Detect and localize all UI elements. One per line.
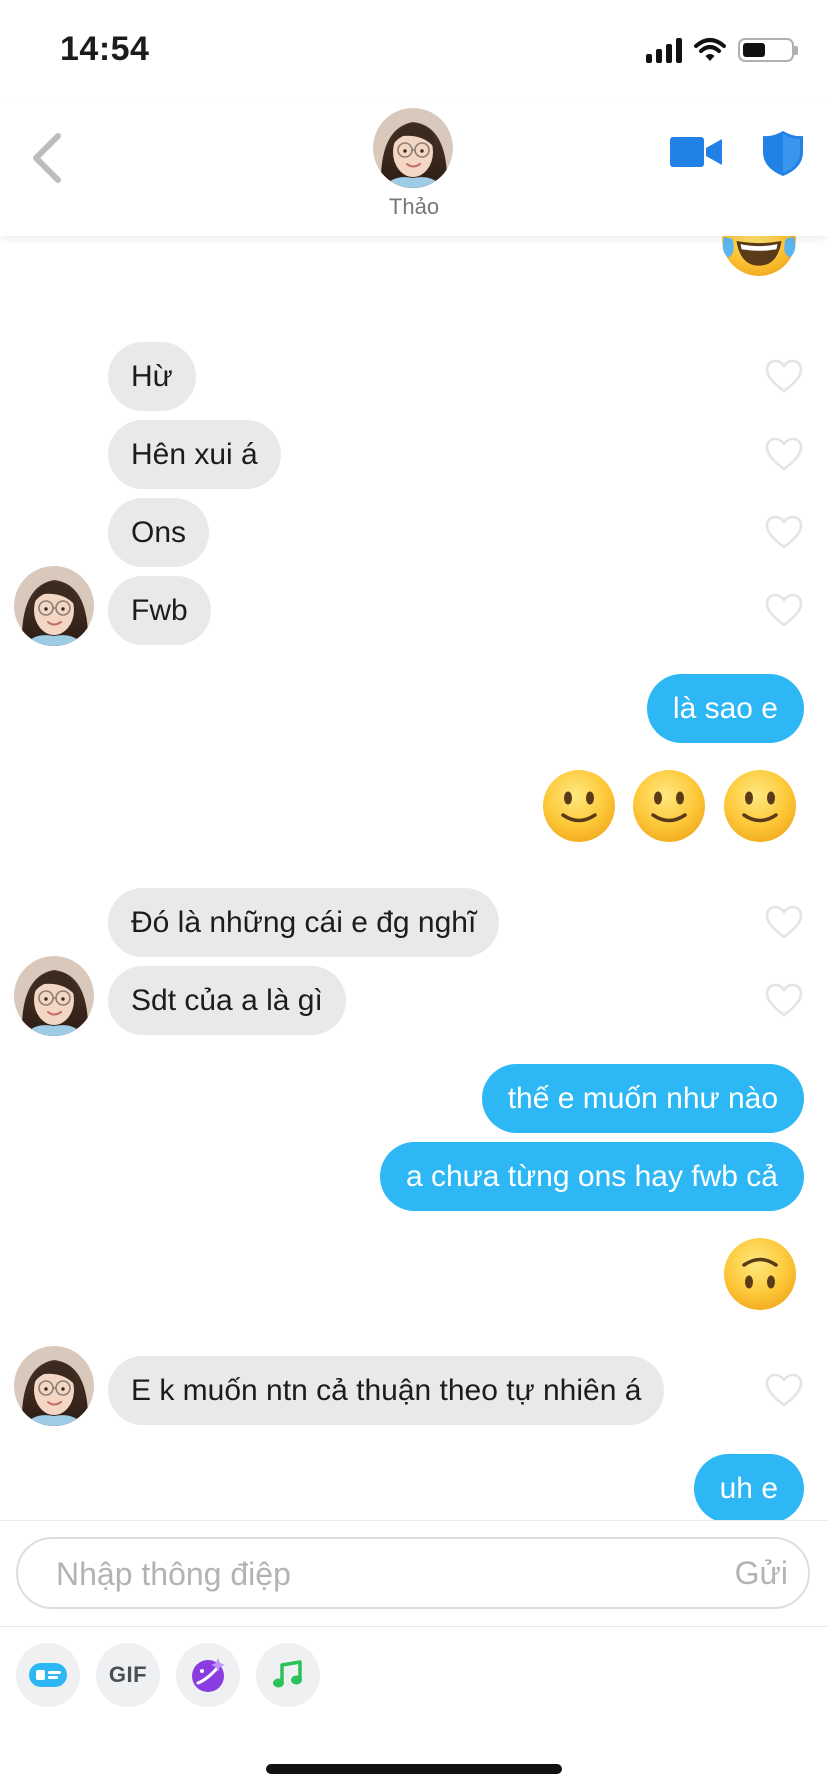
slightly-smiling-face-emoji[interactable] [722, 768, 798, 844]
music-button[interactable] [256, 1643, 320, 1707]
like-heart-icon[interactable] [764, 592, 804, 628]
like-heart-icon[interactable] [764, 358, 804, 394]
message-input-box[interactable]: Gửi [16, 1537, 810, 1609]
safety-shield-icon[interactable] [760, 128, 806, 178]
contact-avatar[interactable] [373, 108, 453, 188]
slightly-smiling-face-emoji[interactable] [541, 768, 617, 844]
wifi-icon [694, 38, 726, 61]
face-with-tears-of-joy-emoji [722, 236, 796, 276]
sticker-button[interactable] [176, 1643, 240, 1707]
incoming-message-bubble[interactable]: E k muốn ntn cả thuận theo tự nhiên á [108, 1356, 665, 1425]
incoming-message-bubble[interactable]: Hừ [108, 342, 196, 411]
incoming-message-bubble[interactable]: Sdt của a là gì [108, 966, 346, 1035]
send-button[interactable]: Gửi [735, 1539, 788, 1607]
card-icon [29, 1663, 67, 1687]
incoming-message-bubble[interactable]: Ons [108, 498, 210, 567]
status-icons [646, 34, 798, 66]
upside-down-face-emoji[interactable] [722, 1236, 798, 1312]
message-composer: Gửi [0, 1520, 828, 1627]
status-bar: 14:54 [0, 0, 828, 100]
sticker-icon [192, 1658, 225, 1692]
incoming-message-bubble[interactable]: Fwb [108, 576, 211, 645]
gif-icon: GIF [108, 1662, 148, 1687]
card-button[interactable] [16, 1643, 80, 1707]
contact-avatar[interactable] [14, 956, 94, 1036]
message-thread[interactable]: Hừ Hên xui á Ons Fwb là sao e Đó là nhữn… [0, 236, 828, 1520]
battery-icon [738, 38, 798, 62]
music-icon [273, 1660, 302, 1688]
home-indicator[interactable] [266, 1764, 562, 1774]
gif-button[interactable]: GIF [96, 1643, 160, 1707]
incoming-message-bubble[interactable]: Đó là những cái e đg nghĩ [108, 888, 500, 957]
outgoing-message-bubble[interactable]: thế e muốn như nào [481, 1064, 804, 1133]
divider [0, 1626, 828, 1627]
chat-header: Thảo [0, 100, 828, 236]
cellular-signal-icon [646, 37, 682, 63]
like-heart-icon[interactable] [764, 1372, 804, 1408]
outgoing-message-bubble[interactable]: uh e [693, 1454, 804, 1520]
video-call-icon[interactable] [668, 132, 724, 172]
slightly-smiling-face-emoji[interactable] [631, 768, 707, 844]
like-heart-icon[interactable] [764, 514, 804, 550]
like-heart-icon[interactable] [764, 982, 804, 1018]
message-input[interactable] [54, 1539, 658, 1609]
back-chevron-icon[interactable] [24, 128, 72, 188]
like-heart-icon[interactable] [764, 904, 804, 940]
outgoing-message-bubble[interactable]: là sao e [646, 674, 804, 743]
contact-avatar[interactable] [14, 566, 94, 646]
status-time: 14:54 [60, 30, 150, 68]
like-heart-icon[interactable] [764, 436, 804, 472]
outgoing-message-bubble[interactable]: a chưa từng ons hay fwb cả [379, 1142, 804, 1211]
incoming-message-bubble[interactable]: Hên xui á [108, 420, 281, 489]
contact-name[interactable]: Thảo [0, 194, 828, 220]
contact-avatar[interactable] [14, 1346, 94, 1426]
attachment-toolbar: GIF [16, 1643, 320, 1707]
